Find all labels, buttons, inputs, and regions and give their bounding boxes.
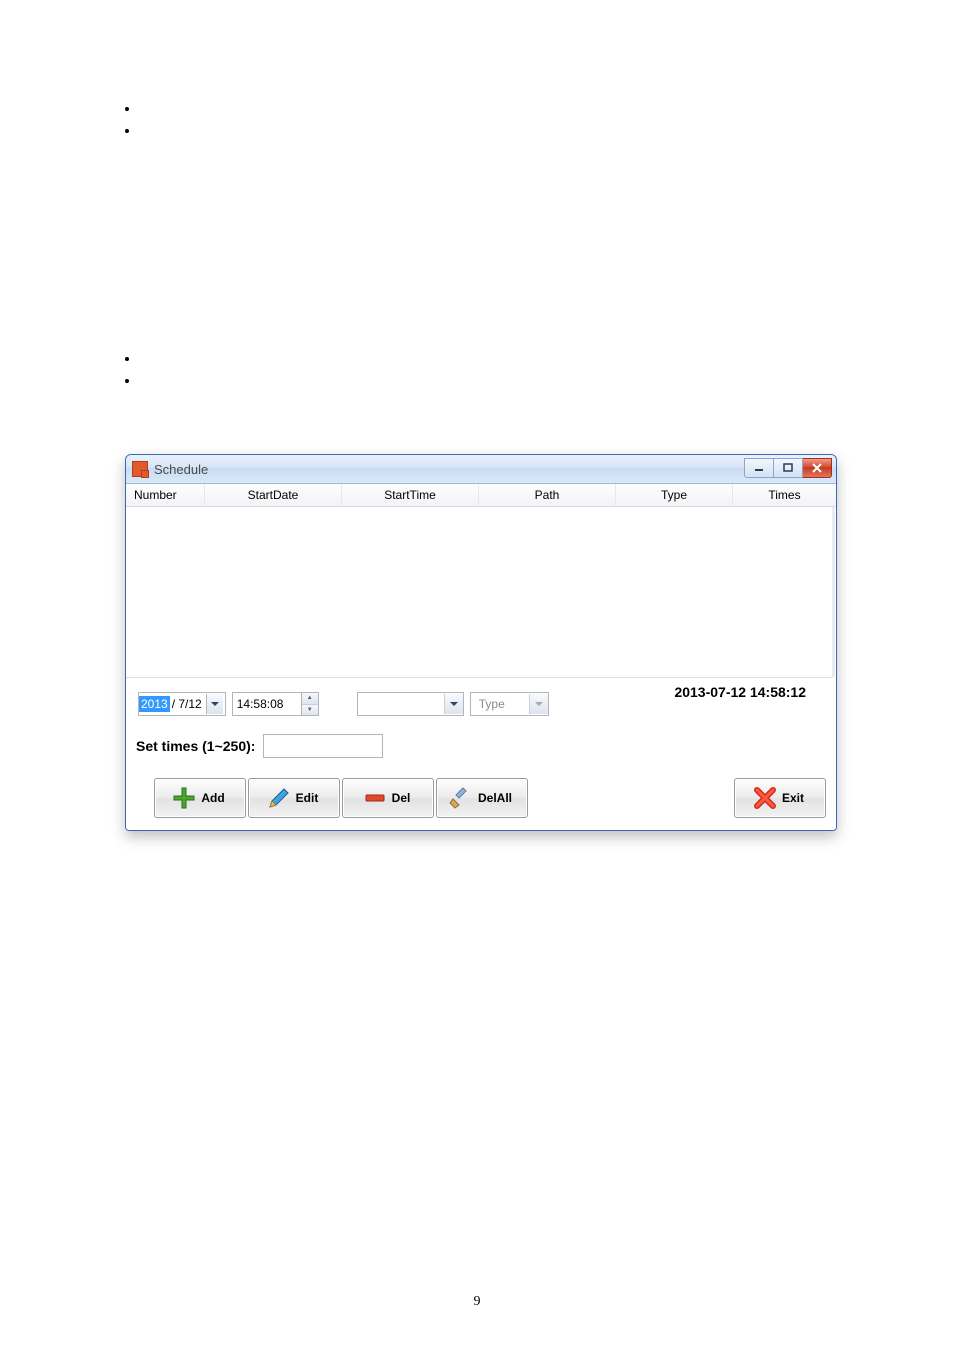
del-button-label: Del — [392, 791, 411, 805]
col-number[interactable]: Number — [126, 484, 205, 506]
spinner-down-icon[interactable]: ▼ — [302, 705, 318, 716]
doc-bullets-1 — [140, 100, 874, 144]
set-times-input[interactable] — [263, 734, 383, 758]
path-combo-dropdown-icon[interactable] — [444, 694, 463, 714]
start-date-picker[interactable]: 2013 / 7/12 — [138, 692, 226, 716]
add-button[interactable]: Add — [154, 778, 246, 818]
page-number: 9 — [0, 1294, 954, 1310]
type-combo-dropdown-icon[interactable] — [529, 694, 548, 714]
app-icon — [132, 461, 148, 477]
titlebar[interactable]: Schedule — [126, 455, 836, 484]
type-combo[interactable]: Type — [470, 692, 549, 716]
col-times[interactable]: Times — [733, 484, 836, 506]
set-times-label: Set times (1~250): — [136, 738, 255, 754]
path-combo[interactable] — [357, 692, 464, 716]
pencil-icon — [266, 785, 292, 811]
col-type[interactable]: Type — [616, 484, 733, 506]
broom-icon — [448, 785, 474, 811]
exit-button[interactable]: Exit — [734, 778, 826, 818]
add-button-label: Add — [201, 791, 224, 805]
date-dropdown-icon[interactable] — [206, 694, 223, 714]
x-icon — [752, 785, 778, 811]
edit-button-label: Edit — [296, 791, 319, 805]
col-startdate[interactable]: StartDate — [205, 484, 342, 506]
edit-button[interactable]: Edit — [248, 778, 340, 818]
window-title: Schedule — [154, 462, 208, 477]
minus-icon — [362, 785, 388, 811]
col-starttime[interactable]: StartTime — [342, 484, 479, 506]
type-combo-value: Type — [471, 697, 529, 711]
spinner-up-icon[interactable]: ▲ — [302, 693, 318, 705]
del-button[interactable]: Del — [342, 778, 434, 818]
start-time-input[interactable] — [233, 694, 301, 714]
doc-quote-block — [140, 174, 874, 310]
close-button[interactable] — [803, 458, 832, 478]
schedule-window: Schedule Number StartDate StartTime Path — [125, 454, 837, 831]
start-time-spinner[interactable]: ▲ ▼ — [232, 692, 319, 716]
doc-bullets-2 — [140, 350, 874, 394]
window-buttons — [744, 458, 832, 478]
plus-icon — [171, 785, 197, 811]
col-path[interactable]: Path — [479, 484, 616, 506]
date-remainder: / 7/12 — [170, 697, 206, 711]
date-year-selected: 2013 — [139, 696, 170, 712]
delall-button[interactable]: DelAll — [436, 778, 528, 818]
minimize-button[interactable] — [744, 458, 774, 478]
maximize-button[interactable] — [774, 458, 803, 478]
current-time-label: 2013-07-12 14:58:12 — [674, 684, 806, 700]
delall-button-label: DelAll — [478, 791, 512, 805]
schedule-list[interactable] — [126, 507, 833, 678]
exit-button-label: Exit — [782, 791, 804, 805]
column-headers: Number StartDate StartTime Path Type Tim… — [126, 484, 836, 507]
